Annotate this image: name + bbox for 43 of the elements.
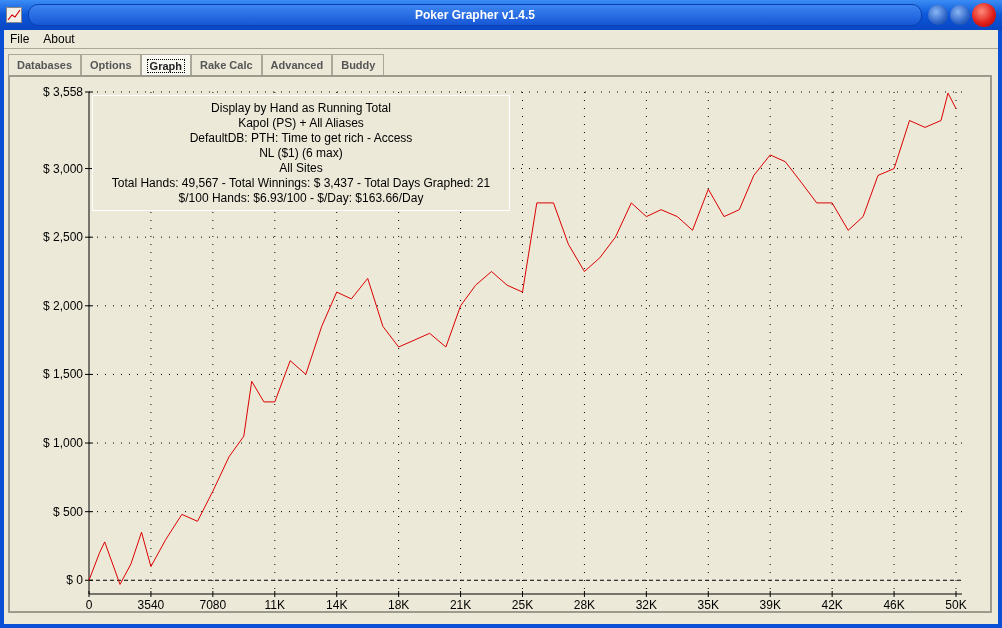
- tab[interactable]: Rake Calc: [191, 54, 262, 75]
- menu-item[interactable]: About: [43, 32, 75, 46]
- info-text: Display by Hand as Running Total: [211, 100, 391, 116]
- x-tick-label: 39K: [759, 598, 781, 611]
- info-text: DefaultDB: PTH: Time to get rich - Access: [189, 130, 413, 146]
- y-tick-label: $ 500: [52, 504, 83, 519]
- x-tick-label: 18K: [387, 598, 410, 611]
- menu-item[interactable]: File: [10, 32, 30, 46]
- y-tick-label: $ 3,558: [42, 85, 83, 99]
- info-text: NL ($1) (6 max): [259, 145, 343, 161]
- x-tick-label: 7080: [199, 598, 227, 611]
- x-tick-label: 28K: [573, 598, 596, 611]
- y-tick-label: $ 1,500: [42, 367, 83, 382]
- tab[interactable]: Advanced: [261, 54, 333, 75]
- minimize-button[interactable]: [928, 5, 948, 25]
- tab[interactable]: Databases: [8, 54, 82, 75]
- info-text: $/100 Hands: $6.93/100 - $/Day: $163.66/Day: [178, 190, 424, 206]
- x-tick-label: 3540: [137, 598, 165, 611]
- tab[interactable]: Options: [81, 54, 141, 75]
- window-title: Poker Grapher v1.4.5: [414, 8, 536, 22]
- info-text: Kapol (PS) + All Aliases: [238, 115, 364, 131]
- x-tick-label: 14K: [326, 598, 348, 611]
- chart-icon: [6, 7, 22, 23]
- tab[interactable]: Graph: [140, 54, 191, 76]
- y-tick-label: $ 2,500: [42, 230, 83, 245]
- y-tick-label: $ 2,000: [42, 298, 83, 313]
- y-tick-label: $ 0: [66, 573, 83, 588]
- y-tick-label: $ 1,000: [42, 436, 83, 451]
- tab[interactable]: Buddy: [332, 54, 385, 75]
- info-text: Total Hands: 49,567 - Total Winnings: $ 3,437 - Total Days Graphed: 21: [111, 175, 491, 191]
- x-tick-label: 35K: [697, 598, 719, 611]
- close-button[interactable]: [972, 3, 996, 27]
- x-tick-label: 25K: [511, 598, 534, 611]
- x-tick-label: 0: [85, 598, 93, 611]
- x-tick-label: 32K: [635, 598, 658, 611]
- x-tick-label: 42K: [821, 598, 843, 611]
- maximize-button[interactable]: [950, 5, 970, 25]
- info-text: All Sites: [279, 160, 323, 176]
- x-tick-label: 46K: [883, 598, 905, 611]
- x-tick-label: 21K: [449, 598, 472, 611]
- y-tick-label: $ 3,000: [42, 161, 83, 176]
- x-tick-label: 50K: [945, 598, 967, 611]
- x-tick-label: 11K: [264, 598, 285, 611]
